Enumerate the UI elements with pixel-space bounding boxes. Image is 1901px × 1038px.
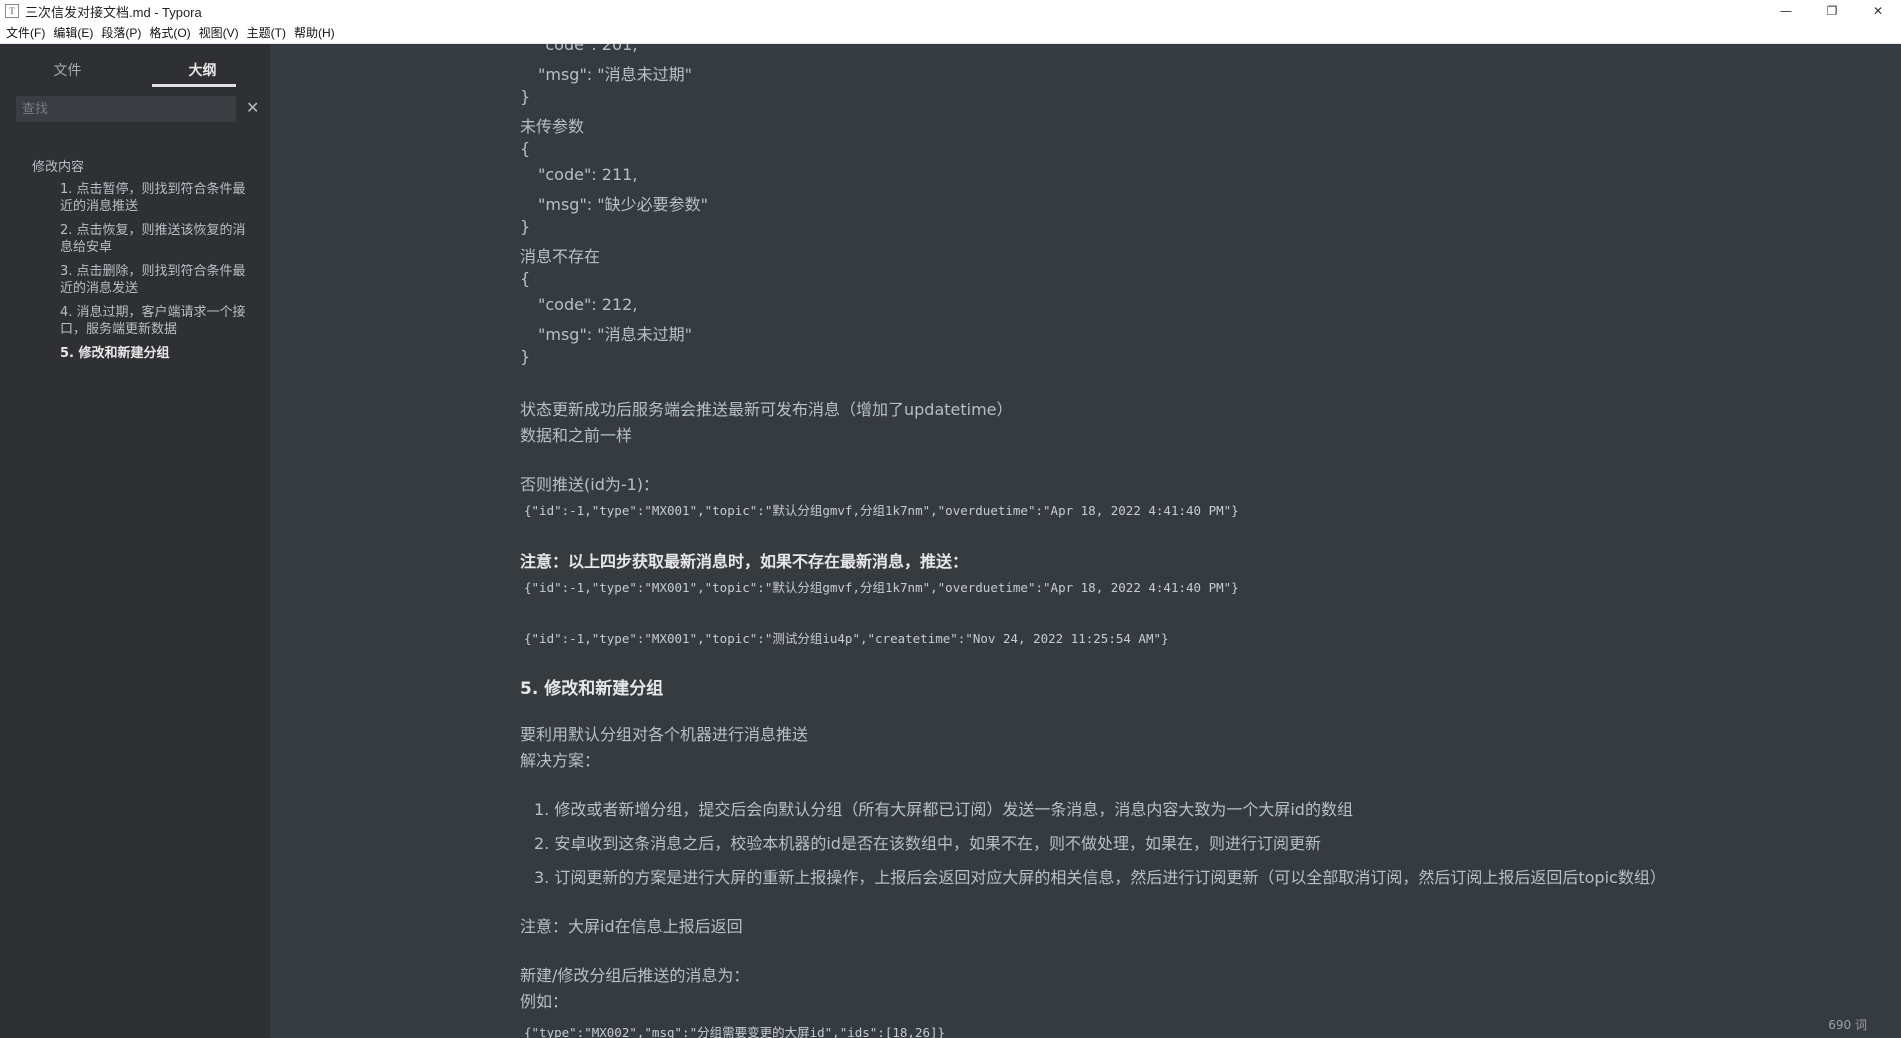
section-heading: 5. 修改和新建分组 xyxy=(520,679,664,699)
outline-item-5[interactable]: 5. 修改和新建分组 xyxy=(0,345,270,362)
outline-item-1[interactable]: 1. 点击暂停，则找到符合条件最近的消息推送 xyxy=(0,181,270,215)
text-line: } xyxy=(520,87,531,106)
word-count[interactable]: 690 词 xyxy=(1828,1016,1867,1033)
sidebar: 文件 大纲 ✕ 修改内容 1. 点击暂停，则找到符合条件最近的消息推送 2. 点… xyxy=(0,44,270,1038)
menu-view[interactable]: 视图(V) xyxy=(197,24,245,41)
text-line: "code": 212, xyxy=(538,295,638,314)
title-bar: T 三次信发对接文档.md - Typora — ❐ ✕ xyxy=(0,0,1901,22)
menu-bar: 文件(F) 编辑(E) 段落(P) 格式(O) 视图(V) 主题(T) 帮助(H… xyxy=(0,22,1901,44)
maximize-button[interactable]: ❐ xyxy=(1809,0,1855,22)
text-line: "msg": "消息未过期" xyxy=(538,65,692,84)
text-line: "code": 201, xyxy=(538,44,638,54)
text-line: } xyxy=(520,217,531,236)
text-line: { xyxy=(520,269,531,288)
list-item: 3. 订阅更新的方案是进行大屏的重新上报操作，上报后会返回对应大屏的相关信息，然… xyxy=(534,868,1666,887)
window-title: 三次信发对接文档.md - Typora xyxy=(25,4,202,20)
close-button[interactable]: ✕ xyxy=(1855,0,1901,22)
text-line: "msg": "缺少必要参数" xyxy=(538,195,708,214)
outline-item-4[interactable]: 4. 消息过期，客户端请求一个接口，服务端更新数据 xyxy=(0,304,270,338)
window-controls: — ❐ ✕ xyxy=(1763,0,1901,22)
sidebar-tabs: 文件 大纲 xyxy=(0,44,270,90)
text-line: 要利用默认分组对各个机器进行消息推送 xyxy=(520,725,809,744)
text-line: 数据和之前一样 xyxy=(520,426,633,445)
text-line: 未传参数 xyxy=(520,117,585,136)
text-line: } xyxy=(520,347,531,366)
menu-edit[interactable]: 编辑(E) xyxy=(51,24,99,41)
menu-help[interactable]: 帮助(H) xyxy=(292,24,341,41)
search-input[interactable] xyxy=(16,96,236,122)
typora-app-icon: T xyxy=(5,4,19,18)
text-line: 例如： xyxy=(520,992,569,1011)
text-line: 注意：大屏id在信息上报后返回 xyxy=(520,917,743,936)
menu-theme[interactable]: 主题(T) xyxy=(245,24,292,41)
active-tab-indicator xyxy=(152,84,236,87)
list-item: 1. 修改或者新增分组，提交后会向默认分组（所有大屏都已订阅）发送一条消息，消息… xyxy=(534,800,1353,819)
code-block: {"type":"MX002","msg":"分组需要变更的大屏id","ids… xyxy=(524,1025,946,1038)
tab-files[interactable]: 文件 xyxy=(0,44,135,90)
text-line: "code": 211, xyxy=(538,165,638,184)
outline-item-root[interactable]: 修改内容 xyxy=(0,156,270,175)
text-line: 消息不存在 xyxy=(520,247,601,266)
menu-format[interactable]: 格式(O) xyxy=(147,24,196,41)
code-block: {"id":-1,"type":"MX001","topic":"默认分组gmv… xyxy=(524,503,1239,518)
text-line: 状态更新成功后服务端会推送最新可发布消息（增加了updatetime） xyxy=(520,400,1013,419)
outline-search: ✕ xyxy=(0,96,270,130)
outline-item-3[interactable]: 3. 点击删除，则找到符合条件最近的消息发送 xyxy=(0,263,270,297)
text-line: "msg": "消息未过期" xyxy=(538,325,692,344)
outline-list: 修改内容 1. 点击暂停，则找到符合条件最近的消息推送 2. 点击恢复，则推送该… xyxy=(0,156,270,362)
menu-file[interactable]: 文件(F) xyxy=(4,24,51,41)
minimize-button[interactable]: — xyxy=(1763,0,1809,22)
close-icon[interactable]: ✕ xyxy=(246,98,259,117)
sidebar-footer: ‹ </> xyxy=(0,1010,329,1038)
text-line: { xyxy=(520,139,531,158)
menu-paragraph[interactable]: 段落(P) xyxy=(99,24,147,41)
list-item: 2. 安卓收到这条消息之后，校验本机器的id是否在该数组中，如果不在，则不做处理… xyxy=(534,834,1321,853)
code-block: {"id":-1,"type":"MX001","topic":"默认分组gmv… xyxy=(524,580,1239,595)
outline-item-2[interactable]: 2. 点击恢复，则推送该恢复的消息给安卓 xyxy=(0,222,270,256)
text-line: 新建/修改分组后推送的消息为： xyxy=(520,966,750,985)
editor-area[interactable]: "code": 201, "msg": "消息未过期" } 未传参数 { "co… xyxy=(270,44,1901,1038)
text-line: 否则推送(id为-1)： xyxy=(520,475,660,494)
note-bold: 注意：以上四步获取最新消息时，如果不存在最新消息，推送： xyxy=(520,552,969,571)
code-block: {"id":-1,"type":"MX001","topic":"测试分组iu4… xyxy=(524,631,1169,646)
text-line: 解决方案： xyxy=(520,751,601,770)
